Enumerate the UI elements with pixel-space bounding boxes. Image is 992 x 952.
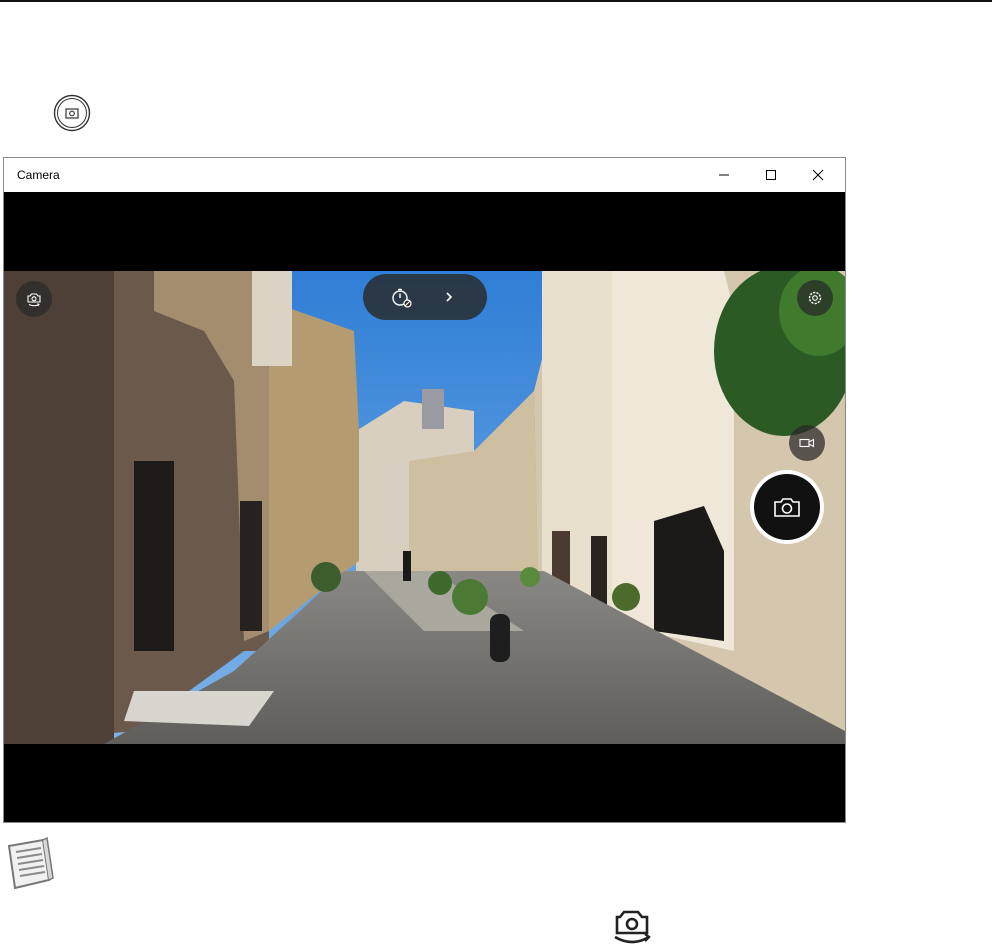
- settings-button[interactable]: [797, 280, 833, 316]
- note-icon: [7, 836, 54, 890]
- maximize-icon: [766, 170, 776, 180]
- camera-icon: [774, 498, 800, 517]
- video-camera-icon: [799, 438, 815, 448]
- shutter-icon: [53, 94, 91, 132]
- camera-preview[interactable]: [4, 271, 845, 744]
- window-title: Camera: [17, 168, 60, 182]
- timer-off-icon: [392, 288, 412, 308]
- gear-icon: [808, 291, 822, 305]
- switch-camera-button[interactable]: [16, 281, 52, 317]
- street-scene-image: [4, 271, 845, 744]
- minimize-button[interactable]: [701, 158, 747, 192]
- close-icon: [812, 169, 824, 181]
- video-mode-button[interactable]: [789, 425, 825, 461]
- minimize-icon: [719, 174, 729, 176]
- camera-switch-icon: [614, 910, 651, 944]
- timer-toggle[interactable]: [363, 274, 487, 320]
- title-bar: Camera: [4, 158, 845, 192]
- chevron-right-icon[interactable]: [443, 291, 455, 303]
- page-top-rule: [0, 0, 992, 2]
- take-photo-button[interactable]: [750, 470, 824, 544]
- camera-window: Camera: [3, 157, 846, 823]
- camera-switch-icon: [27, 293, 41, 307]
- close-button[interactable]: [795, 158, 841, 192]
- maximize-button[interactable]: [748, 158, 794, 192]
- take-photo-inner: [754, 474, 820, 540]
